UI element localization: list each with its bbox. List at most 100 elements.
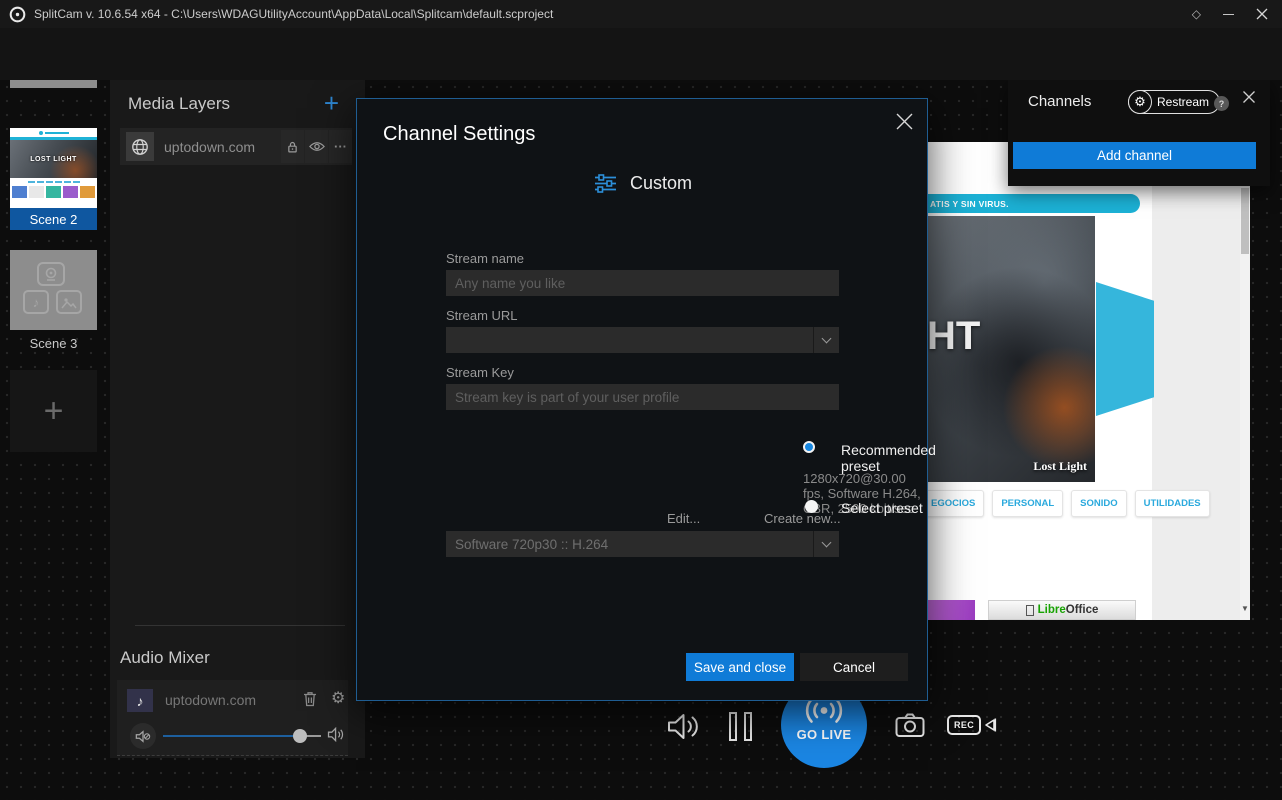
category-personal[interactable]: PERSONAL xyxy=(992,490,1063,517)
music-icon: ♪ xyxy=(23,290,49,314)
mute-button[interactable] xyxy=(130,723,156,749)
recommended-preset-label[interactable]: Recommended preset xyxy=(841,442,936,474)
category-sonido[interactable]: SONIDO xyxy=(1071,490,1126,517)
audio-track-card: ♪ uptodown.com ⚙ xyxy=(117,680,348,756)
channel-settings-modal: Channel Settings Custom Stream name Stre… xyxy=(356,98,928,701)
scene-2-label[interactable]: Scene 2 xyxy=(10,208,97,230)
mini-page-header xyxy=(10,128,97,137)
page-banner: ATIS Y SIN VIRUS. xyxy=(925,194,1140,213)
pause-icon xyxy=(744,712,752,741)
restream-logo-icon: ⚙ xyxy=(1128,90,1152,114)
category-negocios[interactable]: EGOCIOS xyxy=(922,490,984,517)
track-settings-button[interactable]: ⚙ xyxy=(331,688,345,708)
libre-text: Libre xyxy=(1038,604,1066,616)
camera-icon xyxy=(895,712,925,738)
scroll-down-arrow[interactable]: ▼ xyxy=(1241,605,1249,613)
snapshot-button[interactable] xyxy=(895,712,925,738)
delete-track-button[interactable] xyxy=(303,691,317,712)
channels-title: Channels xyxy=(1028,93,1091,110)
poster-title-fragment: HT xyxy=(927,314,980,359)
globe-icon xyxy=(126,132,154,161)
select-preset-label[interactable]: Select preset xyxy=(841,500,923,516)
cancel-button[interactable]: Cancel xyxy=(800,653,908,681)
lock-icon xyxy=(286,140,299,154)
volume-slider[interactable] xyxy=(163,735,321,737)
panel-divider xyxy=(135,625,345,626)
help-icon[interactable]: ? xyxy=(1214,96,1229,111)
close-icon[interactable] xyxy=(1256,8,1268,20)
scene-2-thumbnail[interactable]: LOST LIGHT xyxy=(10,128,97,208)
chevron-down-icon xyxy=(822,334,832,344)
splitcam-window: SplitCam v. 10.6.54 x64 - C:\Users\WDAGU… xyxy=(0,0,1282,800)
stream-name-input[interactable] xyxy=(446,270,839,296)
sliders-icon xyxy=(594,174,617,193)
pause-button[interactable] xyxy=(729,712,752,741)
scene-3-thumbnail[interactable]: ♪ xyxy=(10,250,97,330)
media-layers-panel: Media Layers + uptodown.com ··· Audio Mi… xyxy=(110,80,365,758)
layer-more-button[interactable]: ··· xyxy=(329,130,352,163)
page-scrollbar[interactable]: ▼ xyxy=(1240,142,1250,620)
mini-banner-title: LOST LIGHT xyxy=(30,156,77,163)
edit-preset-link[interactable]: Edit... xyxy=(667,511,700,526)
stream-key-label: Stream Key xyxy=(446,365,514,380)
preset-dropdown[interactable]: Software 720p30 :: H.264 xyxy=(446,531,839,557)
modal-title: Channel Settings xyxy=(383,123,535,146)
close-modal-icon[interactable] xyxy=(895,112,914,131)
stream-key-input[interactable] xyxy=(446,384,839,410)
stream-url-label: Stream URL xyxy=(446,308,518,323)
plus-icon: + xyxy=(44,392,64,431)
libreoffice-card[interactable]: LibreOffice xyxy=(988,600,1136,620)
rec-label: REC xyxy=(947,715,981,735)
save-and-close-button[interactable]: Save and close xyxy=(686,653,794,681)
scene-3-label[interactable]: Scene 3 xyxy=(0,336,107,351)
add-layer-button[interactable]: + xyxy=(324,88,339,119)
image-icon xyxy=(61,296,77,309)
pin-icon[interactable]: ◇ xyxy=(1192,7,1201,21)
record-button[interactable]: REC xyxy=(947,715,997,735)
category-buttons: EGOCIOS PERSONAL SONIDO UTILIDADES xyxy=(922,490,1210,517)
page-background xyxy=(1152,142,1240,620)
media-layer-row[interactable]: uptodown.com ··· xyxy=(120,128,352,165)
title-bar: SplitCam v. 10.6.54 x64 - C:\Users\WDAGU… xyxy=(0,0,1282,28)
speaker-icon xyxy=(666,711,700,742)
audio-output-button[interactable] xyxy=(666,711,700,742)
category-utilidades[interactable]: UTILIDADES xyxy=(1135,490,1210,517)
restream-button[interactable]: ⚙ Restream xyxy=(1128,90,1220,114)
volume-fill xyxy=(163,735,300,737)
webcam-icon xyxy=(43,266,59,282)
add-channel-button[interactable]: Add channel xyxy=(1013,142,1256,169)
scrollbar-thumb[interactable] xyxy=(1241,188,1249,254)
splitcam-logo-icon xyxy=(9,6,26,23)
restream-label: Restream xyxy=(1157,95,1209,109)
audio-track-name: uptodown.com xyxy=(165,692,256,708)
stream-name-label: Stream name xyxy=(446,251,524,266)
recommended-preset-radio[interactable] xyxy=(803,441,815,453)
add-scene-button[interactable]: + xyxy=(10,370,97,452)
pause-icon xyxy=(729,712,737,741)
cyan-ribbon xyxy=(1096,282,1154,416)
speaker-loud-icon xyxy=(327,727,346,747)
media-layers-title: Media Layers xyxy=(128,94,230,114)
dropdown-button[interactable] xyxy=(813,327,839,353)
lock-layer-button[interactable] xyxy=(281,130,304,163)
channel-type-label: Custom xyxy=(630,173,692,194)
more-icon: ··· xyxy=(334,139,347,154)
preview-webpage: ATIS Y SIN VIRUS. HT Lost Light EGOCIOS … xyxy=(925,142,1250,620)
office-text: Office xyxy=(1066,604,1099,616)
audio-mixer-title: Audio Mixer xyxy=(120,648,210,668)
layer-name: uptodown.com xyxy=(164,139,280,155)
toggle-visibility-button[interactable] xyxy=(305,130,328,163)
stream-url-dropdown[interactable] xyxy=(446,327,839,353)
create-preset-link[interactable]: Create new... xyxy=(764,511,841,526)
trash-icon xyxy=(303,691,317,707)
volume-knob[interactable] xyxy=(293,729,307,743)
chevron-down-icon xyxy=(822,538,832,548)
window-title: SplitCam v. 10.6.54 x64 - C:\Users\WDAGU… xyxy=(34,7,553,21)
speaker-muted-icon xyxy=(135,730,151,743)
minimize-icon[interactable] xyxy=(1223,14,1234,15)
dropdown-button[interactable] xyxy=(813,531,839,557)
document-icon xyxy=(1026,605,1034,616)
channels-panel: Channels ⚙ Restream ? Add channel xyxy=(1008,80,1270,186)
close-channels-icon[interactable] xyxy=(1242,90,1256,104)
game-poster[interactable]: HT Lost Light xyxy=(925,216,1095,482)
